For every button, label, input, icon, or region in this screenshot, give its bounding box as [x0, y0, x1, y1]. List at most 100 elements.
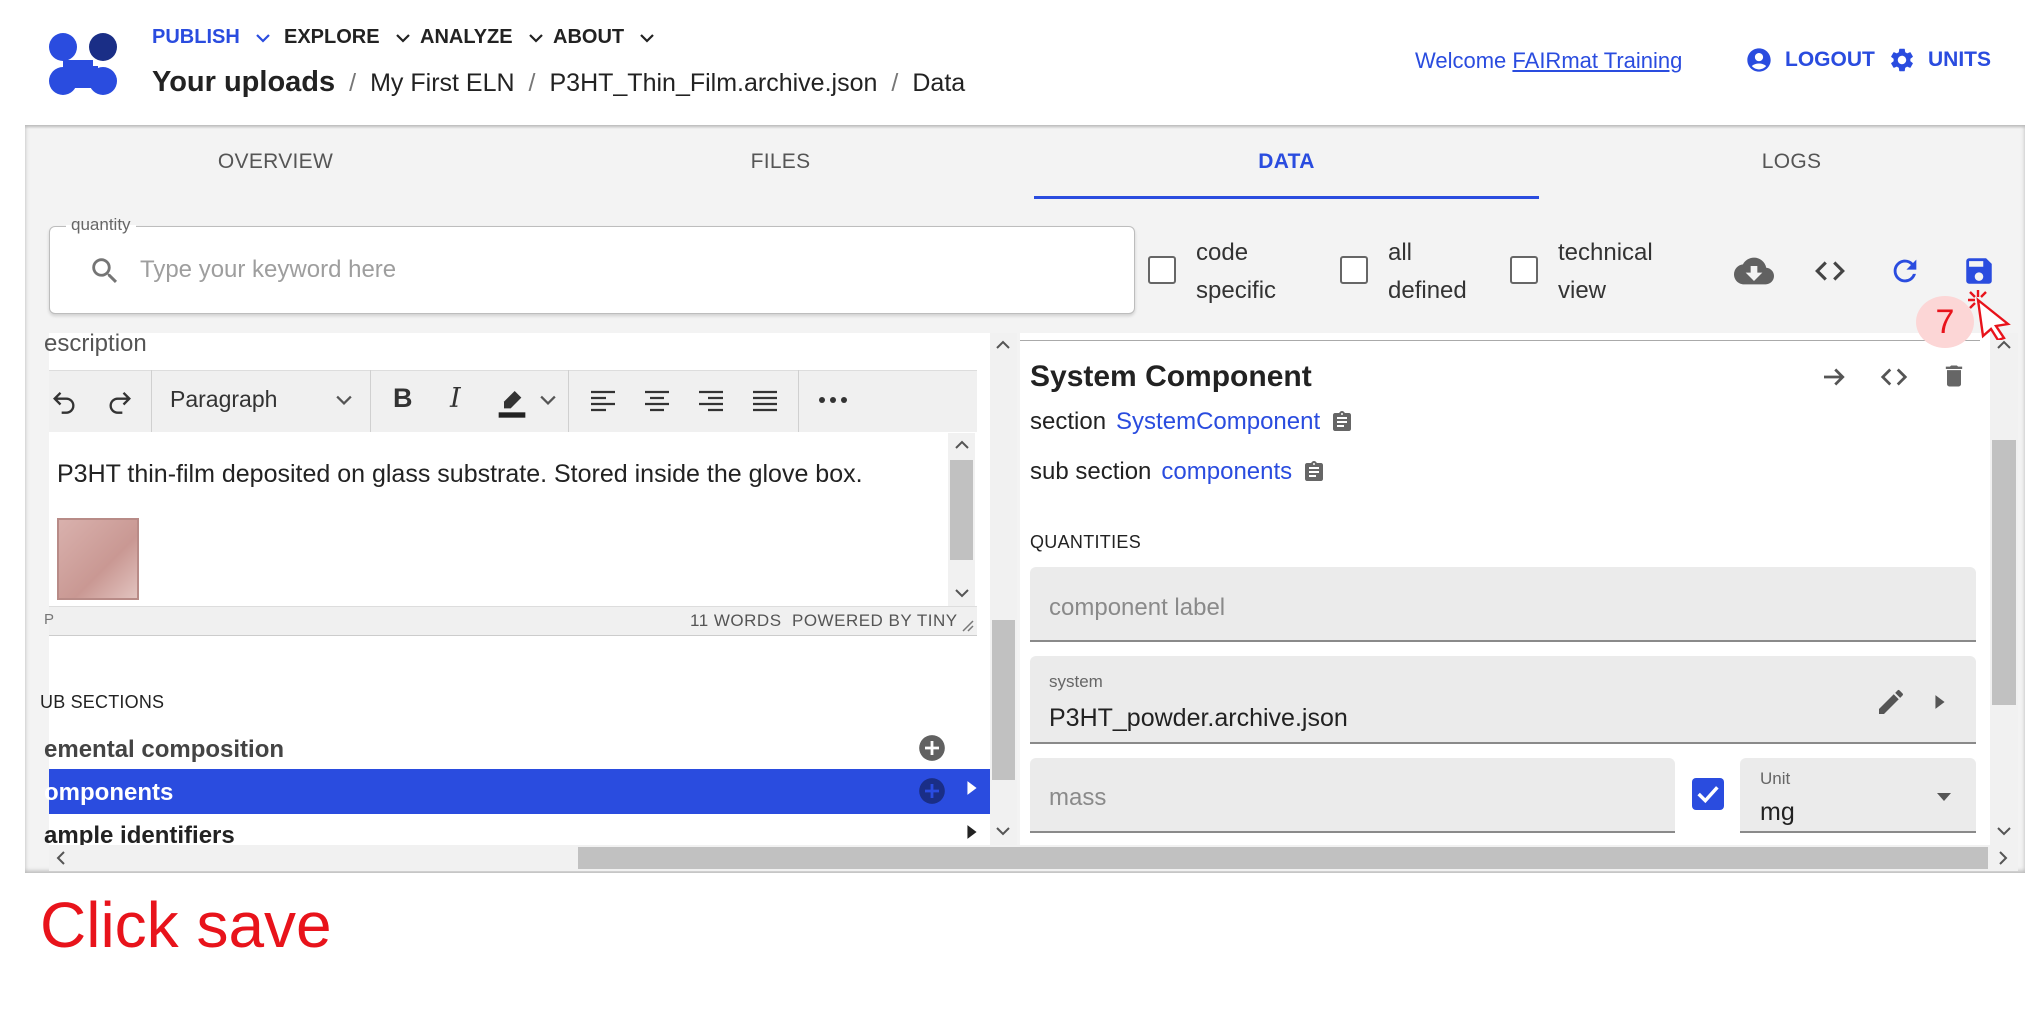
right-panel-scrollbar-thumb[interactable] [1992, 440, 2016, 705]
breadcrumb-eln[interactable]: My First ELN [370, 69, 514, 98]
subsection-label: sub section [1030, 458, 1152, 485]
breadcrumb-archive[interactable]: P3HT_Thin_Film.archive.json [550, 69, 878, 98]
mass-placeholder: mass [1049, 784, 1107, 811]
toolbar-divider [568, 370, 569, 432]
scroll-up-icon[interactable] [1996, 340, 2012, 350]
align-right-icon[interactable] [698, 389, 724, 413]
section-title: System Component [1030, 360, 1312, 393]
breadcrumb-your-uploads[interactable]: Your uploads [152, 66, 335, 99]
menu-explore-label: EXPLORE [284, 26, 380, 48]
subsection-elemental-composition[interactable]: emental composition [44, 736, 284, 764]
resize-handle-icon[interactable] [960, 618, 974, 632]
menu-about[interactable]: ABOUT [553, 26, 654, 49]
nomad-logo[interactable] [48, 30, 120, 100]
scroll-up-icon[interactable] [954, 440, 970, 450]
code-specific-label: code specific [1196, 234, 1276, 310]
technical-view-checkbox[interactable] [1510, 256, 1538, 284]
arrow-right-icon[interactable] [966, 780, 978, 796]
units-button[interactable]: UNITS [1888, 46, 1991, 74]
chevron-down-icon [336, 394, 352, 406]
breadcrumb: Your uploads / My First ELN / P3HT_Thin_… [152, 66, 965, 99]
technical-view-label-line1: technical [1558, 239, 1653, 266]
add-circle-icon[interactable] [918, 777, 946, 805]
block-format-value: Paragraph [170, 386, 278, 412]
all-defined-label: all defined [1388, 234, 1467, 310]
user-name-link[interactable]: FAIRmat Training [1512, 48, 1682, 73]
scroll-down-icon[interactable] [995, 826, 1011, 836]
menu-explore[interactable]: EXPLORE [284, 26, 410, 49]
highlight-color-icon[interactable] [496, 387, 528, 419]
tab-overview[interactable]: OVERVIEW [23, 150, 528, 174]
chevron-down-icon [640, 33, 654, 43]
chevron-down-icon [395, 33, 410, 43]
breadcrumb-separator: / [349, 69, 357, 97]
code-icon[interactable] [1877, 362, 1911, 392]
menu-analyze[interactable]: ANALYZE [420, 26, 543, 49]
redo-icon[interactable] [104, 387, 136, 415]
align-justify-icon[interactable] [752, 389, 778, 413]
more-icon[interactable] [818, 396, 848, 404]
search-legend: quantity [66, 215, 136, 235]
tab-indicator [1034, 196, 1539, 199]
editor-scrollbar-thumb[interactable] [950, 460, 973, 560]
mass-field[interactable] [1030, 758, 1675, 833]
technical-view-label: technical view [1558, 234, 1653, 310]
arrow-right-icon[interactable] [1934, 694, 1946, 710]
align-center-icon[interactable] [644, 389, 670, 413]
code-icon[interactable] [1812, 254, 1848, 288]
cloud-download-icon[interactable] [1734, 254, 1774, 288]
toolbar-divider [151, 370, 152, 432]
check-icon [1697, 786, 1719, 804]
breadcrumb-separator: / [528, 69, 536, 97]
tab-data[interactable]: DATA [1034, 150, 1539, 174]
bold-icon[interactable]: B [393, 383, 413, 414]
horizontal-scrollbar-thumb[interactable] [578, 847, 1988, 869]
clipboard-icon[interactable] [1330, 408, 1354, 436]
powered-by-text: POWERED BY TINY [792, 611, 958, 630]
search-icon [88, 254, 122, 288]
edit-pencil-icon[interactable] [1875, 686, 1907, 718]
italic-icon[interactable]: I [450, 383, 461, 414]
mass-unit-checkbox[interactable] [1692, 778, 1724, 810]
block-format-select[interactable]: Paragraph [170, 386, 277, 413]
left-panel-scrollbar-thumb[interactable] [992, 620, 1015, 780]
subsection-components-row[interactable] [49, 769, 990, 814]
chevron-down-icon [540, 394, 556, 406]
scroll-down-icon[interactable] [954, 588, 970, 598]
scroll-down-icon[interactable] [1996, 826, 2012, 836]
align-left-icon[interactable] [590, 389, 616, 413]
toolbar-divider [798, 370, 799, 432]
code-specific-checkbox[interactable] [1148, 256, 1176, 284]
code-specific-label-line2: specific [1196, 277, 1277, 304]
logout-label: LOGOUT [1785, 48, 1875, 71]
arrow-forward-icon[interactable] [1818, 362, 1850, 392]
save-icon[interactable] [1962, 254, 1996, 288]
tab-files[interactable]: FILES [528, 150, 1033, 174]
arrow-right-icon[interactable] [966, 824, 978, 840]
reload-icon[interactable] [1888, 254, 1922, 288]
editor-content-text[interactable]: P3HT thin-film deposited on glass substr… [57, 460, 863, 489]
description-heading: escription [44, 330, 147, 357]
scroll-right-icon[interactable] [1998, 850, 2008, 866]
undo-icon[interactable] [48, 387, 80, 415]
delete-icon[interactable] [1940, 360, 1968, 392]
add-circle-icon[interactable] [918, 734, 946, 762]
subsection-link[interactable]: components [1161, 458, 1292, 486]
logout-button[interactable]: LOGOUT [1745, 46, 1875, 74]
account-circle-icon [1747, 48, 1771, 72]
all-defined-checkbox[interactable] [1340, 256, 1368, 284]
search-input[interactable] [140, 252, 1100, 288]
subsection-components[interactable]: omponents [44, 779, 173, 807]
menu-analyze-label: ANALYZE [420, 26, 513, 48]
scroll-up-icon[interactable] [995, 340, 1011, 350]
section-link[interactable]: SystemComponent [1116, 408, 1320, 436]
clipboard-icon[interactable] [1302, 458, 1326, 486]
section-label: section [1030, 408, 1107, 435]
instruction-caption: Click save [40, 889, 332, 961]
menu-publish[interactable]: PUBLISH [152, 26, 270, 49]
tab-logs[interactable]: LOGS [1539, 150, 2025, 174]
scroll-left-icon[interactable] [56, 850, 66, 866]
menu-publish-label: PUBLISH [152, 26, 240, 48]
sample-thumbnail[interactable] [57, 518, 139, 600]
menu-about-label: ABOUT [553, 26, 625, 48]
